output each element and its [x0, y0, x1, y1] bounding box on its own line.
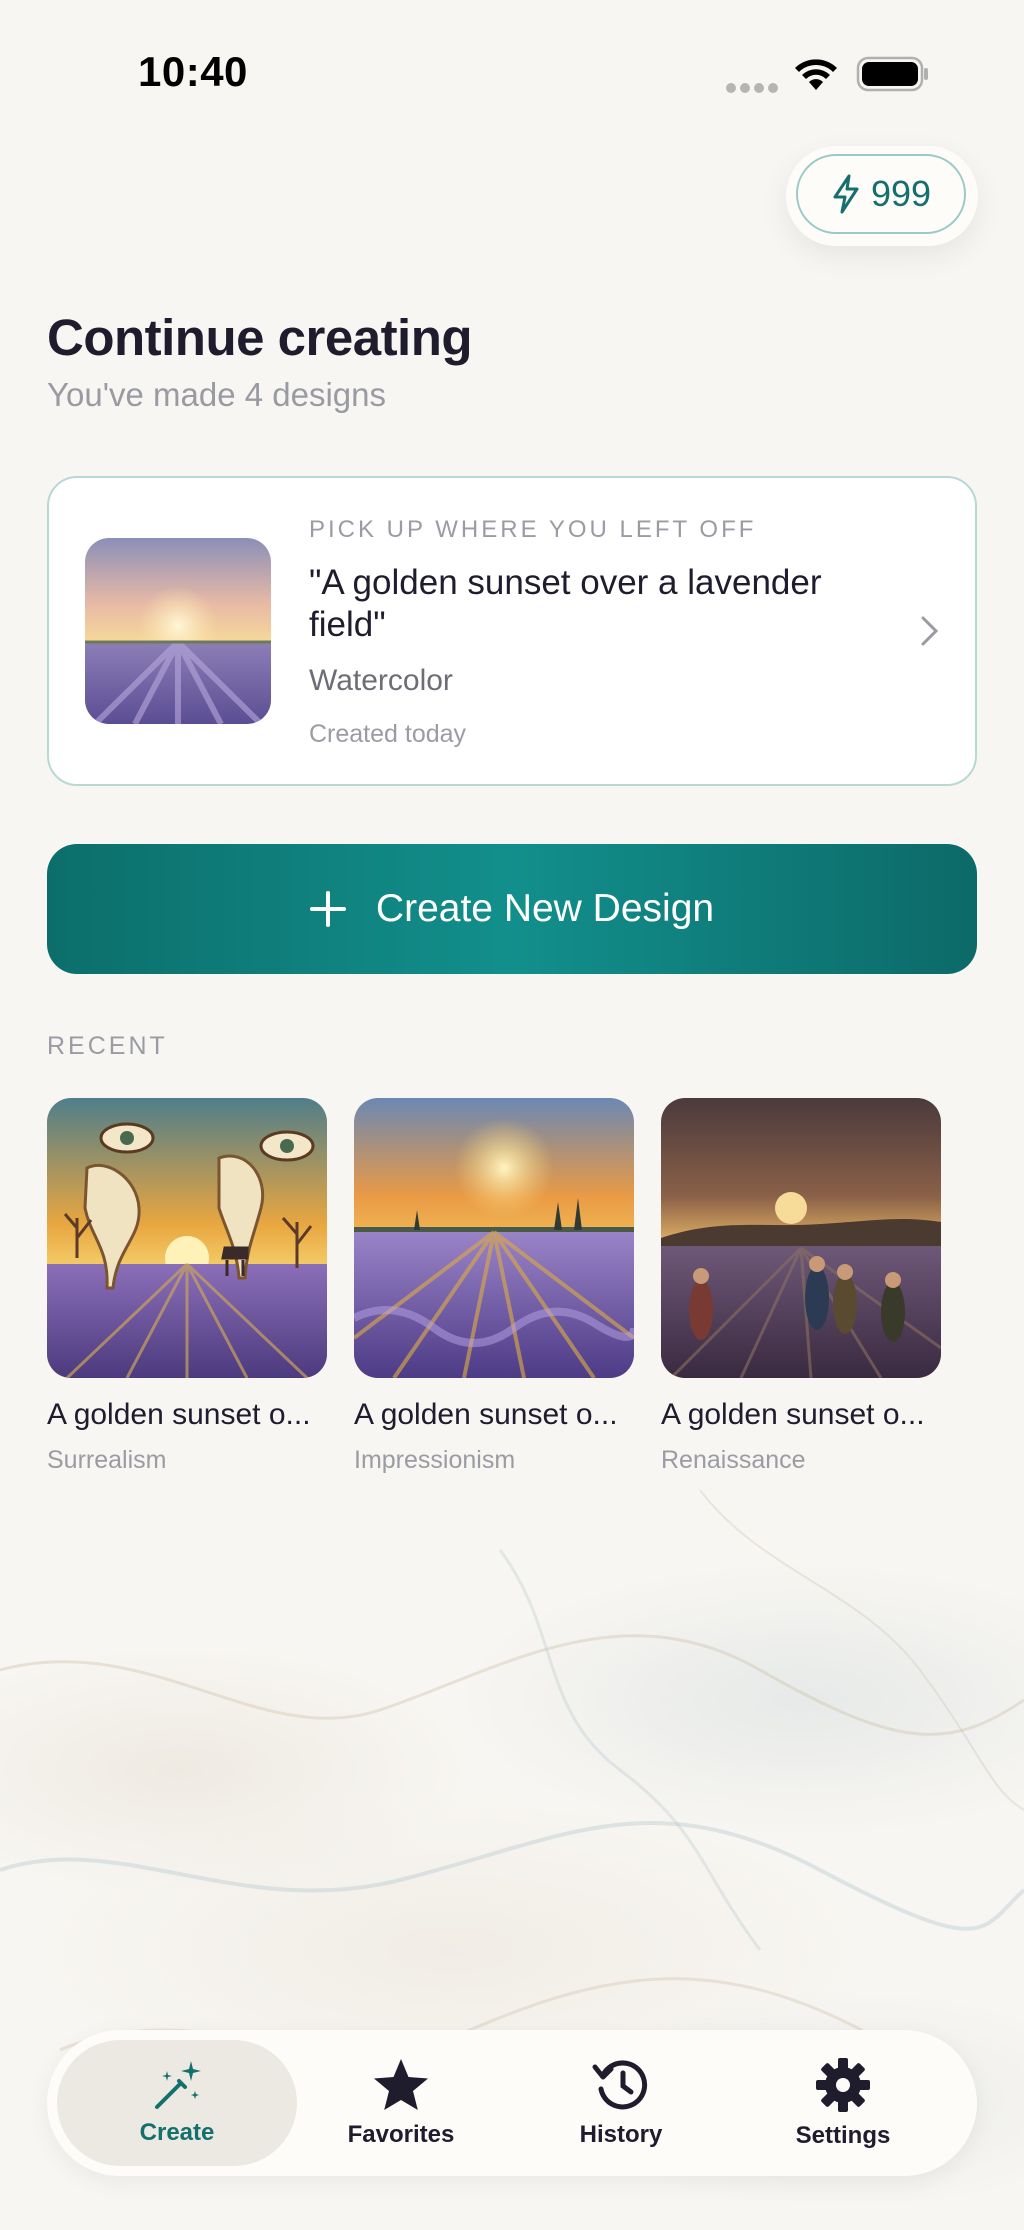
continue-card[interactable]: PICK UP WHERE YOU LEFT OFF "A golden sun… — [47, 476, 977, 786]
recent-section-label: RECENT — [47, 1032, 168, 1060]
recent-item-impressionism[interactable]: A golden sunset o... Impressionism — [354, 1098, 634, 1475]
cellular-signal-icon — [726, 80, 782, 98]
gear-icon — [816, 2058, 870, 2112]
continue-date: Created today — [309, 720, 467, 748]
wifi-icon — [795, 59, 837, 90]
page-title: Continue creating — [47, 309, 473, 366]
battery-icon — [856, 56, 928, 92]
recent-item-style: Surrealism — [47, 1446, 167, 1474]
tab-label: Settings — [795, 2122, 891, 2149]
recent-item-style: Impressionism — [354, 1446, 516, 1474]
star-icon — [374, 2059, 428, 2110]
credits-container: 999 — [786, 146, 978, 246]
recent-item-style: Renaissance — [661, 1446, 806, 1474]
continue-style: Watercolor — [309, 664, 453, 697]
tab-bar: Create Favorites History Settings — [47, 2030, 977, 2176]
magic-wand-icon — [155, 2061, 201, 2109]
continue-thumbnail — [85, 538, 271, 724]
create-new-design-button[interactable]: Create New Design — [47, 844, 977, 974]
continue-prompt: "A golden sunset over a lavender field" — [309, 563, 822, 644]
recent-item-title: A golden sunset o... — [661, 1398, 925, 1431]
plus-icon — [309, 891, 346, 927]
recent-item-title: A golden sunset o... — [47, 1398, 311, 1431]
history-clock-icon — [592, 2060, 648, 2110]
tab-favorites[interactable]: Favorites — [281, 2040, 521, 2166]
tab-label: Create — [139, 2119, 215, 2146]
recent-item-title: A golden sunset o... — [354, 1398, 618, 1431]
recent-item-renaissance[interactable]: A golden sunset o... Renaissance — [661, 1098, 941, 1475]
lightning-bolt-icon — [833, 174, 859, 214]
chevron-right-icon — [921, 616, 939, 646]
page-subtitle: You've made 4 designs — [47, 376, 386, 413]
tab-settings[interactable]: Settings — [723, 2040, 963, 2166]
tab-label: Favorites — [347, 2121, 455, 2148]
tab-history[interactable]: History — [501, 2040, 741, 2166]
recent-thumbnail — [661, 1098, 941, 1378]
credits-count: 999 — [870, 173, 932, 214]
credits-button[interactable]: 999 — [796, 154, 966, 234]
create-new-design-label: Create New Design — [375, 887, 715, 930]
tab-create[interactable]: Create — [57, 2040, 297, 2166]
status-time: 10:40 — [138, 48, 248, 95]
tab-label: History — [579, 2121, 663, 2148]
continue-eyebrow: PICK UP WHERE YOU LEFT OFF — [309, 516, 757, 543]
recent-item-surrealism[interactable]: A golden sunset o... Surrealism — [47, 1098, 327, 1475]
recent-thumbnail — [47, 1098, 327, 1378]
recent-thumbnail — [354, 1098, 634, 1378]
status-bar: 10:40 — [0, 0, 1024, 150]
